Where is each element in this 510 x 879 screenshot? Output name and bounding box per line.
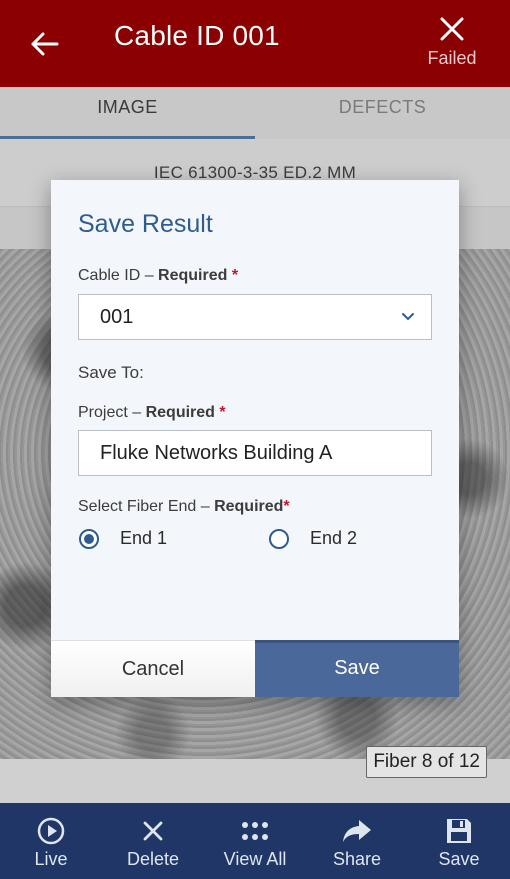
fiber-end-label: Select Fiber End – Required* (78, 498, 290, 516)
required-asterisk: * (283, 498, 290, 515)
nav-live[interactable]: Live (0, 803, 102, 879)
project-value: Fluke Networks Building A (100, 442, 333, 464)
share-arrow-icon (343, 820, 371, 842)
save-result-dialog: Save Result Cable ID – Required * 001 Sa… (51, 180, 459, 697)
radio-end-2[interactable]: End 2 (269, 528, 357, 549)
dialog-title: Save Result (78, 210, 213, 238)
back-button[interactable] (24, 24, 64, 64)
required-asterisk: * (219, 404, 226, 421)
save-to-label: Save To: (78, 363, 144, 382)
tab-bar: IMAGE DEFECTS (0, 87, 510, 139)
cable-id-value: 001 (100, 306, 134, 328)
nav-save[interactable]: Save (408, 803, 510, 879)
project-label: Project – Required * (78, 404, 226, 422)
cable-id-label-text: Cable ID – (78, 267, 159, 284)
grid-dots-icon (242, 822, 268, 840)
project-label-text: Project – (78, 404, 146, 421)
close-icon (440, 17, 464, 41)
nav-delete[interactable]: Delete (102, 803, 204, 879)
radio-selected-icon (79, 528, 99, 549)
fiber-end-required-text: Required (214, 498, 284, 515)
nav-view-all-label: View All (223, 849, 287, 869)
tab-image[interactable]: IMAGE (0, 87, 255, 139)
nav-share[interactable]: Share (306, 803, 408, 879)
radio-end-1-label: End 1 (120, 528, 168, 548)
save-button[interactable]: Save (255, 640, 459, 697)
nav-share-label: Share (332, 849, 382, 869)
close-icon (143, 821, 163, 841)
page-title: Cable ID 001 (114, 20, 280, 51)
play-circle-icon (37, 817, 65, 845)
cancel-button[interactable]: Cancel (51, 640, 255, 697)
back-arrow-icon (31, 32, 59, 56)
nav-delete-label: Delete (126, 849, 180, 869)
cable-id-required-text: Required (158, 267, 228, 284)
radio-unselected-icon (269, 528, 289, 549)
chevron-down-icon (402, 313, 414, 321)
nav-live-label: Live (34, 849, 68, 869)
nav-view-all[interactable]: View All (204, 803, 306, 879)
app-header: Cable ID 001 Failed (0, 0, 510, 87)
radio-end-1[interactable]: End 1 (79, 528, 167, 549)
cable-id-select[interactable]: 001 (78, 294, 432, 340)
cable-id-label: Cable ID – Required * (78, 267, 238, 285)
required-asterisk: * (231, 267, 239, 284)
radio-end-2-label: End 2 (310, 528, 358, 548)
bottom-toolbar: Live Delete View All Share Save (0, 803, 510, 879)
status-failed-button[interactable]: Failed (422, 16, 482, 69)
floppy-disk-icon (447, 819, 471, 843)
project-input[interactable]: Fluke Networks Building A (78, 430, 432, 476)
nav-save-label: Save (438, 849, 480, 869)
project-required-text: Required (145, 404, 215, 421)
tab-defects[interactable]: DEFECTS (255, 87, 510, 139)
fiber-count-badge: Fiber 8 of 12 (366, 746, 487, 778)
status-label: Failed (427, 48, 477, 68)
fiber-end-label-text: Select Fiber End – (78, 498, 215, 515)
